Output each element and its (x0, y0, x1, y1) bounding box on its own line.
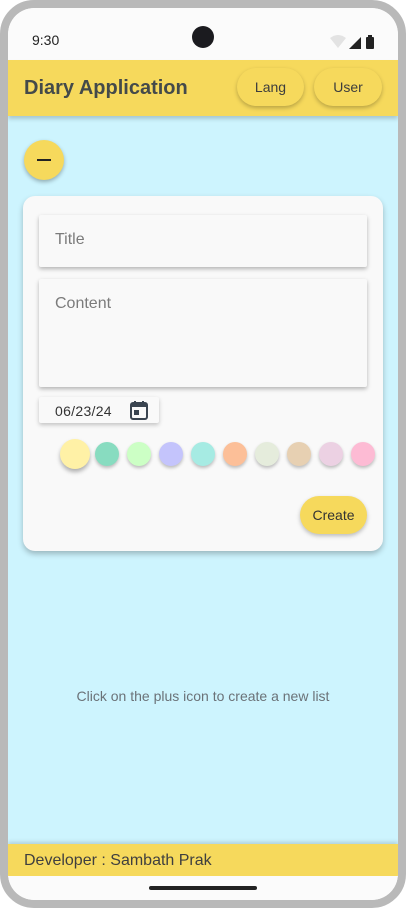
content-placeholder: Content (55, 295, 112, 312)
app-bar: Diary Application Lang User (8, 60, 398, 116)
collapse-form-button[interactable] (24, 140, 64, 180)
color-swatch[interactable] (60, 439, 90, 469)
device-frame: 9:30 Diary Application Lang User Title C… (0, 0, 406, 908)
lang-button[interactable]: Lang (237, 68, 304, 106)
home-indicator[interactable] (149, 886, 257, 890)
wifi-icon (330, 35, 346, 48)
date-value: 06/23/24 (55, 403, 112, 419)
calendar-icon[interactable] (129, 400, 149, 420)
footer: Developer : Sambath Prak (8, 844, 398, 876)
screen: 9:30 Diary Application Lang User Title C… (8, 8, 398, 900)
status-icons (330, 35, 374, 49)
title-placeholder: Title (55, 231, 85, 248)
developer-credit: Developer : Sambath Prak (24, 852, 212, 869)
main-content: Title Content 06/23/24 Create Click on t… (8, 116, 398, 844)
title-input[interactable]: Title (39, 215, 367, 267)
color-swatch[interactable] (95, 442, 119, 466)
status-bar: 9:30 (8, 8, 398, 60)
color-swatch[interactable] (319, 442, 343, 466)
color-swatch[interactable] (127, 442, 151, 466)
cell-signal-icon (349, 37, 361, 49)
color-swatch[interactable] (255, 442, 279, 466)
date-picker[interactable]: 06/23/24 (39, 397, 159, 423)
nav-bar (8, 876, 398, 900)
create-button[interactable]: Create (300, 496, 367, 534)
color-swatch[interactable] (223, 442, 247, 466)
content-input[interactable]: Content (39, 279, 367, 387)
minus-icon (37, 159, 51, 161)
new-entry-card: Title Content 06/23/24 Create (23, 196, 383, 551)
battery-icon (366, 35, 374, 49)
color-swatch[interactable] (351, 442, 375, 466)
camera-cutout (192, 26, 214, 48)
color-swatch[interactable] (191, 442, 215, 466)
color-swatch[interactable] (287, 442, 311, 466)
empty-list-hint: Click on the plus icon to create a new l… (76, 688, 330, 704)
user-button[interactable]: User (314, 68, 382, 106)
status-time: 9:30 (32, 32, 60, 48)
app-title: Diary Application (24, 77, 188, 99)
color-swatch[interactable] (159, 442, 183, 466)
